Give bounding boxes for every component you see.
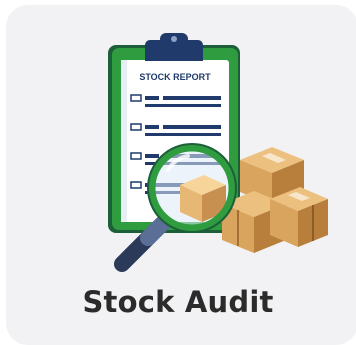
report-heading: STOCK REPORT: [139, 72, 211, 82]
tile-title: Stock Audit: [82, 285, 274, 319]
